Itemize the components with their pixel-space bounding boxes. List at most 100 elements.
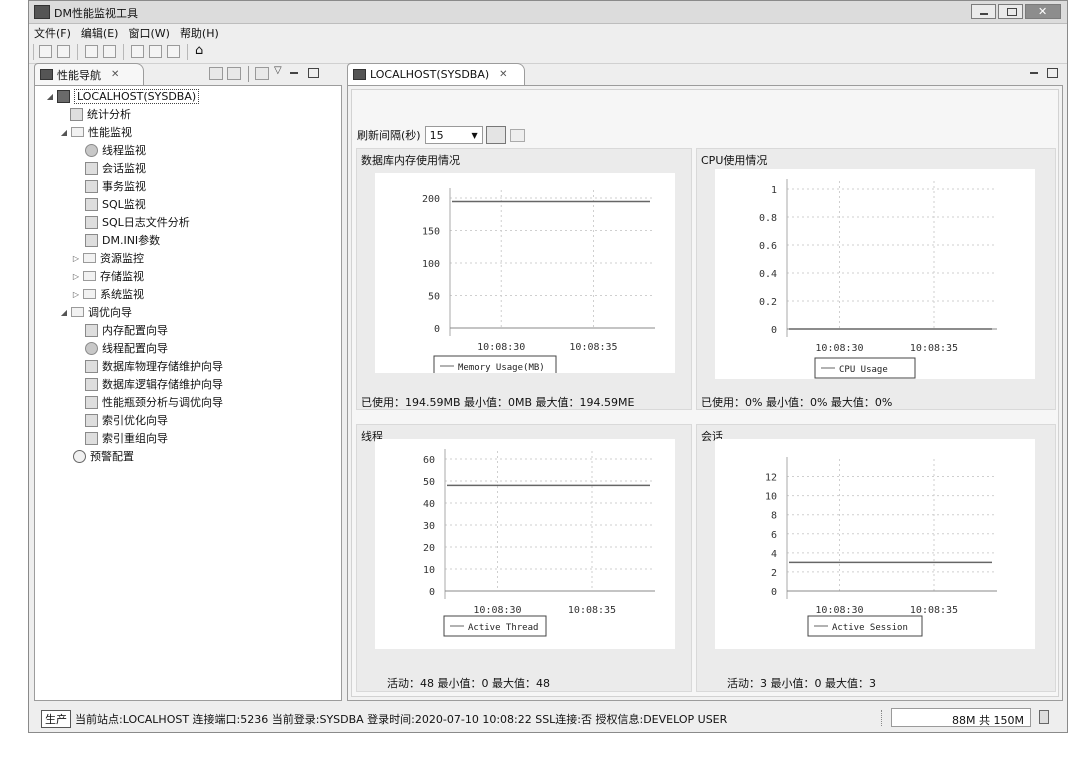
tree-node-sql-monitor[interactable]: SQL监视 (83, 196, 146, 212)
toolbar-separator (77, 44, 78, 60)
line-chart: 12 10 8 6 4 2 0 10:08:30 10:08:35Active Session (765, 457, 997, 637)
save-all-icon[interactable] (57, 45, 70, 58)
monitor-card: 线程 60 50 40 30 20 10 0 10:08:30 10:08:35 Active Th… (356, 424, 692, 692)
x-tick-label: 10:08:35 (569, 342, 617, 353)
menu-help[interactable]: 帮助(H) (175, 23, 224, 43)
refresh-label: 刷新间隔(秒) (357, 129, 421, 142)
editor-tabbar: LOCALHOST(SYSDBA) ✕ (347, 63, 1063, 86)
tree-node-perf[interactable]: ◢ 性能监视 (59, 124, 132, 140)
cut-icon[interactable] (131, 45, 144, 58)
view-menu-icon[interactable]: ▽ (274, 65, 282, 76)
legend-label: CPU Usage (839, 365, 888, 375)
menu-edit[interactable]: 编辑(E) (76, 23, 124, 43)
toolbar-separator (187, 44, 188, 60)
minimize-button[interactable] (971, 4, 996, 19)
minimize-view-icon[interactable] (290, 72, 298, 74)
monitor-card: CPU使用情况 1 0.8 0.6 0.4 0.2 0 10:08:30 10:08:35 CPU… (696, 148, 1056, 410)
tree-node-session-monitor[interactable]: 会话监视 (83, 160, 146, 176)
trash-icon[interactable] (1039, 710, 1049, 724)
storage-icon (85, 377, 98, 391)
y-tick-label: 0 (434, 324, 440, 335)
menu-file[interactable]: 文件(F) (29, 23, 76, 43)
refresh-now-icon[interactable] (509, 128, 525, 142)
tab-localhost[interactable]: LOCALHOST(SYSDBA) ✕ (347, 63, 525, 85)
maximize-view-icon[interactable] (308, 68, 319, 78)
minimize-view-icon[interactable] (1030, 72, 1038, 74)
tab-navigator[interactable]: 性能导航 ✕ (34, 63, 144, 85)
refresh-toggle-button[interactable] (485, 126, 506, 144)
line-chart: 1 0.8 0.6 0.4 0.2 0 10:08:30 10:08:35 CPU Usage (759, 179, 997, 379)
tree-node-memory-wizard[interactable]: 内存配置向导 (83, 322, 168, 338)
tree-node-thread-monitor[interactable]: 线程监视 (83, 142, 146, 158)
tree-node-index-rebuild-wizard[interactable]: 索引重组向导 (83, 430, 168, 446)
log-file-icon (85, 215, 98, 229)
status-info: 当前站点:LOCALHOST 连接端口:5236 当前登录:SYSDBA 登录时… (75, 713, 728, 726)
undo-icon[interactable] (85, 45, 98, 58)
y-tick-label: 100 (422, 259, 440, 270)
card-stats: 活动：48 最小值：0 最大值：48 (387, 677, 550, 690)
y-tick-label: 0.6 (759, 241, 777, 252)
copy-icon[interactable] (149, 45, 162, 58)
status-separator (881, 710, 884, 726)
tree-node-transaction-monitor[interactable]: 事务监视 (83, 178, 146, 194)
chart-icon (85, 395, 98, 409)
monitor-panel: 刷新间隔(秒) 15 ▼ 数据库内存使用情况 200 150 100 50 0 10:08:3… (347, 85, 1063, 701)
y-tick-label: 0.2 (759, 297, 777, 308)
y-tick-label: 30 (423, 521, 435, 532)
legend-label: Active Session (832, 623, 908, 633)
x-tick-label: 10:08:35 (910, 605, 958, 616)
status-bar: 生产 当前站点:LOCALHOST 连接端口:5236 当前登录:SYSDBA … (29, 706, 1067, 730)
tree-node-physical-storage-wizard[interactable]: 数据库物理存储维护向导 (83, 358, 223, 374)
tree-node-index-optimize-wizard[interactable]: 索引优化向导 (83, 412, 168, 428)
tree-node-dm-ini[interactable]: DM.INI参数 (83, 232, 160, 248)
paste-icon[interactable] (167, 45, 180, 58)
y-tick-label: 60 (423, 455, 435, 466)
save-icon[interactable] (39, 45, 52, 58)
gear-icon (85, 341, 98, 355)
close-button[interactable]: ✕ (1025, 4, 1061, 19)
close-icon[interactable]: ✕ (111, 69, 119, 80)
disconnect-icon[interactable] (227, 67, 241, 80)
tree-node-stats[interactable]: 统计分析 (68, 106, 131, 122)
tree-node-resource[interactable]: ▷ 资源监控 (71, 250, 144, 266)
tree-node-tuning[interactable]: ◢ 调优向导 (59, 304, 132, 320)
tree-node-sql-log[interactable]: SQL日志文件分析 (83, 214, 190, 230)
y-tick-label: 6 (771, 530, 777, 541)
tree-node-bottleneck-wizard[interactable]: 性能瓶颈分析与调优向导 (83, 394, 223, 410)
tree-node-alert[interactable]: 预警配置 (71, 448, 134, 464)
maximize-button[interactable] (998, 4, 1023, 19)
y-tick-label: 20 (423, 543, 435, 554)
toolbar: ⌂ (29, 41, 1067, 64)
tree-node-thread-wizard[interactable]: 线程配置向导 (83, 340, 168, 356)
tab-navigator-label: 性能导航 (57, 68, 101, 82)
close-icon[interactable]: ✕ (499, 69, 507, 80)
maximize-view-icon[interactable] (1047, 68, 1058, 78)
y-tick-label: 40 (423, 499, 435, 510)
card-stats: 已使用：194.59MB 最小值：0MB 最大值：194.59ME (361, 396, 635, 409)
collapse-icon[interactable] (255, 67, 269, 80)
tree-node-storage[interactable]: ▷ 存储监视 (71, 268, 144, 284)
chevron-down-icon: ▼ (471, 130, 478, 140)
refresh-row: 刷新间隔(秒) 15 ▼ (357, 126, 525, 144)
legend-label: Active Thread (468, 623, 538, 633)
tree-node-root[interactable]: ◢ LOCALHOST(SYSDBA) (45, 88, 200, 104)
database-icon (57, 89, 70, 103)
y-tick-label: 50 (423, 477, 435, 488)
menu-window[interactable]: 窗口(W) (123, 23, 174, 43)
chart-area: 1 0.8 0.6 0.4 0.2 0 10:08:30 10:08:35 CPU Usage (715, 169, 1035, 379)
menu-bar: 文件(F) 编辑(E) 窗口(W) 帮助(H) (29, 23, 1067, 41)
redo-icon[interactable] (103, 45, 116, 58)
tree-node-logical-storage-wizard[interactable]: 数据库逻辑存储维护向导 (83, 376, 223, 392)
home-icon[interactable]: ⌂ (195, 43, 208, 58)
transaction-icon (85, 179, 98, 193)
line-chart: 200 150 100 50 0 10:08:30 10:08:35 Memory Usage… (422, 188, 655, 377)
refresh-interval-select[interactable]: 15 ▼ (424, 126, 483, 144)
toolbar-separator (33, 44, 34, 60)
mode-badge: 生产 (41, 710, 71, 728)
chart-area: 12 10 8 6 4 2 0 10:08:30 10:08:35 Active Session (715, 439, 1035, 649)
navigator-tabbar: 性能导航 ✕ ▽ (34, 63, 342, 86)
connect-icon[interactable] (209, 67, 223, 80)
tree-node-system[interactable]: ▷ 系统监视 (71, 286, 144, 302)
y-tick-label: 2 (771, 568, 777, 579)
folder-icon (83, 253, 96, 263)
